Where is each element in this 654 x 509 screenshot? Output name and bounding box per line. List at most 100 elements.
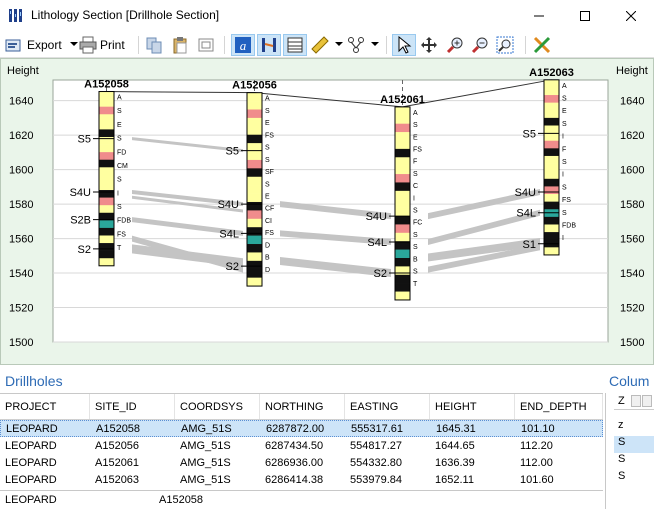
lithology-code: S (562, 96, 567, 103)
lithology-code: I (413, 195, 415, 202)
table-cell: 112.20 (520, 439, 553, 452)
lithology-interval (544, 186, 559, 195)
lithology-interval (544, 140, 559, 149)
lithology-interval (395, 115, 410, 124)
lithology-code: S (117, 177, 122, 184)
lithology-interval (247, 193, 262, 203)
column-header[interactable]: END_DEPTH (515, 394, 603, 419)
minimize-button[interactable] (516, 0, 562, 31)
title-bar: Lithology Section [Drillhole Section] (0, 0, 654, 31)
table-cell: LEOPARD (5, 456, 57, 469)
print-button[interactable]: Print (79, 34, 125, 56)
section-chart[interactable]: Height Height 1640 1640 1620 1620 1600 1600 1580… (0, 58, 654, 365)
table-cell: AMG_51S (181, 422, 232, 435)
column-header[interactable]: NORTHING (260, 394, 345, 419)
column-header[interactable]: COORDSYS (175, 394, 260, 419)
lithology-interval (99, 106, 114, 115)
lithology-code: FDB (117, 218, 131, 225)
lithology-interval (395, 148, 410, 158)
table-cell: 101.10 (521, 422, 555, 435)
lithology-code: E (265, 120, 270, 127)
export-button[interactable]: Export (5, 34, 78, 56)
scroll-left-icon[interactable] (631, 395, 641, 407)
table-button[interactable] (283, 34, 307, 56)
lithology-interval (395, 207, 410, 217)
unit-label: S5 (226, 146, 239, 158)
lithology-interval (247, 244, 262, 253)
table-cell: 555317.61 (351, 422, 403, 435)
table-cell: AMG_51S (180, 473, 231, 486)
zoom-in-icon (446, 37, 463, 54)
lithology-interval (544, 117, 559, 126)
pan-button[interactable] (420, 34, 438, 56)
table-row[interactable]: LEOPARD A152058 AMG_51S 6287872.00 555317.61… (0, 420, 603, 437)
select-button[interactable] (392, 34, 416, 56)
zoom-extents-button[interactable] (496, 34, 514, 56)
lithology-interval (544, 163, 559, 172)
column-header[interactable]: Z (614, 393, 654, 410)
lithology-interval (395, 106, 410, 116)
lithology-code: E (265, 193, 270, 200)
lithology-code: S (413, 269, 418, 276)
scroll-right-icon[interactable] (642, 395, 652, 407)
current-record-row: LEOPARD A152058 (0, 490, 603, 509)
table-cell: A152063 (95, 473, 140, 486)
lithology-interval (544, 110, 559, 119)
lithology-code: E (117, 122, 122, 129)
column-header[interactable]: EASTING (345, 394, 430, 419)
y-tick-label-right: 1620 (620, 130, 644, 142)
unit-label: S4U (366, 211, 387, 223)
paste-button[interactable] (171, 34, 189, 56)
table-cell: LEOPARD (6, 422, 58, 435)
column-header[interactable]: SITE_ID (90, 394, 175, 419)
copy-icon (146, 37, 162, 54)
lithology-interval (395, 291, 410, 301)
close-button[interactable] (608, 0, 654, 31)
table-row[interactable]: LEOPARD A152061 AMG_51S 6286936.00 554332.80… (0, 454, 603, 471)
table-row[interactable]: LEOPARD A152056 AMG_51S 6287434.50 554817.27… (0, 437, 603, 454)
lithology-interval (247, 185, 262, 194)
lithology-interval (395, 182, 410, 192)
status-project: LEOPARD (5, 494, 57, 506)
zoom-in-button[interactable] (446, 34, 464, 56)
y-axis-label-left: Height (7, 65, 39, 77)
lithology-interval (99, 258, 114, 267)
y-tick-label-left: 1540 (9, 268, 33, 280)
column-header[interactable]: PROJECT (0, 394, 90, 419)
labels-button[interactable]: a (231, 34, 255, 56)
lithology-interval (395, 190, 410, 200)
nodes-button[interactable] (347, 34, 379, 56)
select-arrow-icon (398, 36, 412, 54)
hole-name: A152063 (529, 67, 574, 79)
unit-label: S4L (219, 228, 239, 240)
lithology-interval (395, 257, 410, 267)
clear-button[interactable] (533, 34, 551, 56)
frame-icon (198, 38, 214, 52)
lithology-code: T (117, 245, 122, 252)
zoom-out-button[interactable] (471, 34, 489, 56)
lithology-code: B (413, 256, 418, 263)
lithology-code: D (265, 267, 270, 274)
ruler-button[interactable] (311, 34, 343, 56)
lithology-code: F (562, 146, 566, 153)
lithology-code: S (117, 108, 122, 115)
table-cell: 1652.11 (435, 473, 474, 486)
column-header[interactable]: HEIGHT (430, 394, 515, 419)
export-icon (5, 39, 21, 52)
table-icon (287, 37, 303, 53)
lithology-interval (247, 101, 262, 110)
lithology-code: B (265, 255, 270, 262)
status-site-id: A152058 (159, 494, 204, 506)
lithology-code: S (117, 204, 122, 211)
y-tick-label-left: 1580 (9, 199, 33, 211)
table-row[interactable]: LEOPARD A152063 AMG_51S 6286414.38 553979.84… (0, 471, 603, 488)
section-button[interactable] (257, 34, 281, 56)
section-app-icon (9, 9, 22, 22)
lithology-interval (395, 157, 410, 166)
table-cell: LEOPARD (5, 439, 57, 452)
frame-button[interactable] (197, 34, 215, 56)
copy-button[interactable] (145, 34, 163, 56)
maximize-button[interactable] (562, 0, 608, 31)
y-tick-label-right: 1640 (620, 96, 644, 108)
lithology-code: D (265, 242, 270, 249)
